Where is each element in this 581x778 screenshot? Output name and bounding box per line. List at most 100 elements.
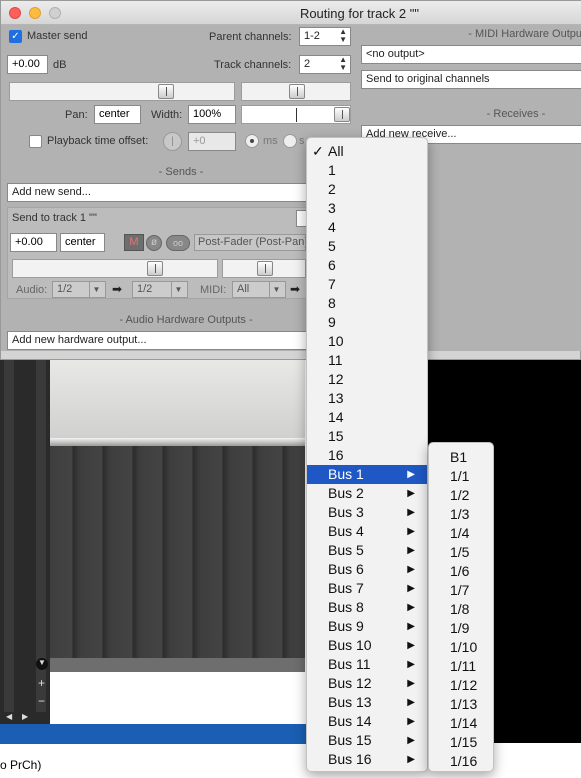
parent-channels-stepper[interactable]: 1-2 ▲ ▼: [299, 27, 351, 46]
playback-offset-checkbox[interactable]: [29, 135, 42, 148]
menu-item[interactable]: Bus 8 ▶: [307, 598, 427, 617]
menu-item[interactable]: Bus 9 ▶: [307, 617, 427, 636]
zoom-in-icon[interactable]: +: [38, 676, 45, 690]
offset-field[interactable]: +0: [188, 132, 236, 151]
submenu-item[interactable]: 1/4: [429, 524, 493, 543]
submenu-item[interactable]: 1/12: [429, 676, 493, 695]
midi-src-select[interactable]: All ▼: [232, 281, 286, 298]
audio-src-select[interactable]: 1/2 ▼: [52, 281, 106, 298]
submenu-item[interactable]: 1/8: [429, 600, 493, 619]
menu-item[interactable]: 14: [307, 408, 427, 427]
offset-knob-icon[interactable]: |: [163, 132, 182, 151]
menu-item[interactable]: Bus 10 ▶: [307, 636, 427, 655]
title-bar[interactable]: Routing for track 2 "": [1, 1, 581, 25]
menu-item[interactable]: Bus 6 ▶: [307, 560, 427, 579]
menu-item[interactable]: Bus 4 ▶: [307, 522, 427, 541]
send-mode-dropdown[interactable]: Post-Fader (Post-Pan): [194, 234, 306, 251]
menu-item[interactable]: 9: [307, 313, 427, 332]
send-volume-field[interactable]: +0.00: [10, 233, 57, 252]
submenu-item[interactable]: 1/7: [429, 581, 493, 600]
scroll-right-icon[interactable]: ▶: [22, 712, 28, 721]
submenu-item[interactable]: B1: [429, 448, 493, 467]
pan-field[interactable]: center: [94, 105, 141, 124]
width-field[interactable]: 100%: [188, 105, 236, 124]
menu-item[interactable]: 3: [307, 199, 427, 218]
master-volume-field[interactable]: +0.00: [7, 55, 48, 74]
menu-item[interactable]: Bus 16 ▶: [307, 750, 427, 769]
menu-item[interactable]: 15: [307, 427, 427, 446]
volume-slider[interactable]: [9, 82, 235, 101]
samples-radio[interactable]: [283, 134, 297, 148]
menu-item[interactable]: Bus 12 ▶: [307, 674, 427, 693]
menu-item[interactable]: Bus 13 ▶: [307, 693, 427, 712]
menu-item[interactable]: 12: [307, 370, 427, 389]
submenu-arrow-icon: ▶: [407, 621, 415, 632]
width-slider[interactable]: [241, 105, 351, 124]
submenu-item[interactable]: 1/15: [429, 733, 493, 752]
send-pan-slider[interactable]: [222, 259, 306, 278]
menu-item[interactable]: 4: [307, 218, 427, 237]
menu-item[interactable]: 13: [307, 389, 427, 408]
submenu-item[interactable]: 1/3: [429, 505, 493, 524]
audio-dst-select[interactable]: 1/2 ▼: [132, 281, 188, 298]
channel-slider[interactable]: [241, 82, 351, 101]
mono-stereo-icon[interactable]: oo: [166, 235, 190, 251]
image-shade: [50, 360, 305, 442]
slider-knob[interactable]: [147, 261, 163, 276]
submenu-item[interactable]: 1/5: [429, 543, 493, 562]
submenu-item[interactable]: 1/14: [429, 714, 493, 733]
menu-item[interactable]: Bus 5 ▶: [307, 541, 427, 560]
submenu-item[interactable]: 1/2: [429, 486, 493, 505]
submenu-item[interactable]: 1/13: [429, 695, 493, 714]
midi-src-value: All: [237, 283, 250, 295]
phase-invert-icon[interactable]: ø: [146, 235, 162, 251]
send-mute-button[interactable]: M: [124, 234, 144, 251]
midi-output-dropdown[interactable]: <no output>: [361, 45, 581, 64]
scroll-down-icon[interactable]: ▼: [36, 658, 48, 670]
submenu-item[interactable]: 1/16: [429, 752, 493, 771]
menu-item[interactable]: 5: [307, 237, 427, 256]
slider-knob[interactable]: [158, 84, 174, 99]
menu-item[interactable]: 6: [307, 256, 427, 275]
menu-item[interactable]: 8: [307, 294, 427, 313]
add-send-dropdown[interactable]: Add new send...: [7, 183, 309, 202]
submenu-item[interactable]: 1/10: [429, 638, 493, 657]
submenu-item[interactable]: 1/6: [429, 562, 493, 581]
submenu-item[interactable]: 1/9: [429, 619, 493, 638]
submenu-arrow-icon: ▶: [407, 469, 415, 480]
menu-item[interactable]: Bus 14 ▶: [307, 712, 427, 731]
menu-item[interactable]: 16: [307, 446, 427, 465]
submenu-item[interactable]: 1/1: [429, 467, 493, 486]
scroll-left-icon[interactable]: ◀: [6, 712, 12, 721]
send-pan-field[interactable]: center: [60, 233, 105, 252]
master-send-checkbox[interactable]: ✓: [9, 30, 22, 43]
menu-item[interactable]: Bus 15 ▶: [307, 731, 427, 750]
menu-item-label: Bus 12: [328, 675, 372, 691]
stepper-arrows-icon[interactable]: ▲ ▼: [339, 56, 347, 72]
ms-radio[interactable]: [245, 134, 259, 148]
slider-knob[interactable]: [334, 107, 350, 122]
stepper-arrows-icon[interactable]: ▲ ▼: [339, 28, 347, 44]
menu-item[interactable]: 7: [307, 275, 427, 294]
menu-item[interactable]: Bus 1 ▶: [307, 465, 427, 484]
menu-item[interactable]: Bus 2 ▶: [307, 484, 427, 503]
slider-knob[interactable]: [289, 84, 305, 99]
menu-item[interactable]: ✓ All: [307, 142, 427, 161]
zoom-out-icon[interactable]: −: [38, 694, 45, 708]
submenu-item[interactable]: 1/11: [429, 657, 493, 676]
send-volume-slider[interactable]: [12, 259, 218, 278]
menu-item[interactable]: Bus 7 ▶: [307, 579, 427, 598]
menu-item[interactable]: 10: [307, 332, 427, 351]
menu-item[interactable]: Bus 3 ▶: [307, 503, 427, 522]
menu-item[interactable]: 1: [307, 161, 427, 180]
track-channels-stepper[interactable]: 2 ▲ ▼: [299, 55, 351, 74]
menu-item[interactable]: Bus 11 ▶: [307, 655, 427, 674]
menu-item-label: Bus 5: [328, 542, 364, 558]
midi-channel-mode-dropdown[interactable]: Send to original channels: [361, 70, 581, 89]
menu-item[interactable]: 2: [307, 180, 427, 199]
menu-item-label: 2: [328, 181, 336, 197]
menu-item[interactable]: 11: [307, 351, 427, 370]
slider-knob[interactable]: [257, 261, 273, 276]
add-hw-output-dropdown[interactable]: Add new hardware output...: [7, 331, 309, 350]
playback-offset-label: Playback time offset:: [47, 135, 149, 147]
